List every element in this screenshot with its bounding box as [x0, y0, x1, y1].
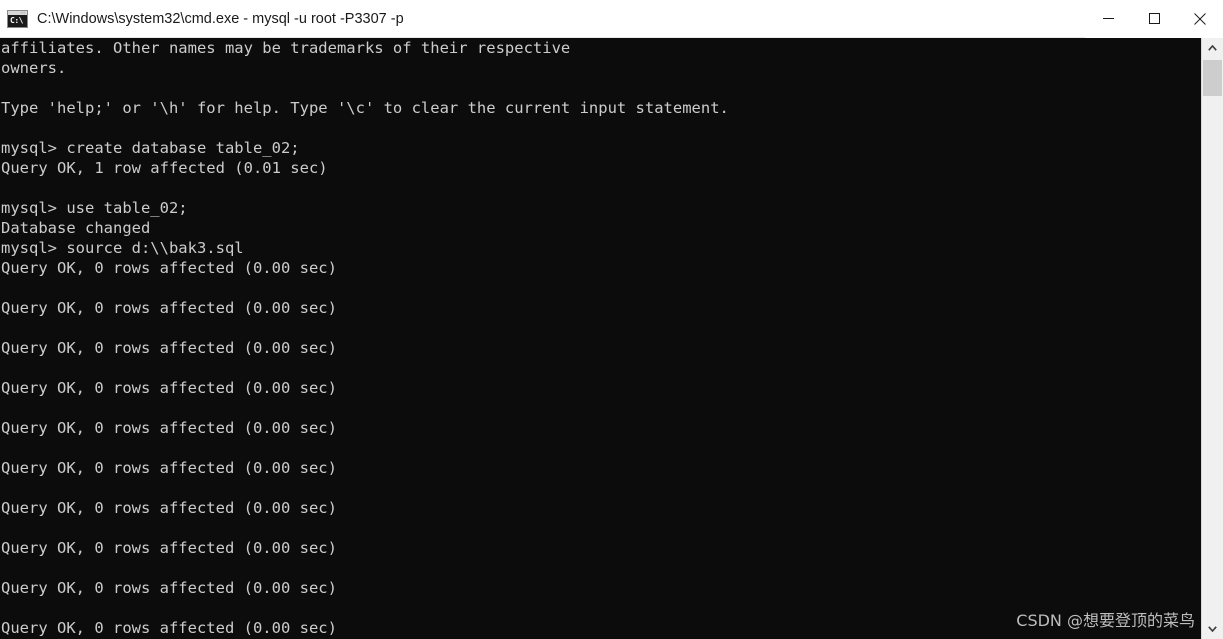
- minimize-button[interactable]: [1085, 0, 1131, 38]
- terminal-line: Query OK, 0 rows affected (0.00 sec): [1, 619, 337, 637]
- terminal-line: Query OK, 0 rows affected (0.00 sec): [1, 299, 337, 317]
- terminal-output-area[interactable]: affiliates. Other names may be trademark…: [0, 38, 1201, 639]
- scrollbar-down-button[interactable]: [1202, 619, 1223, 639]
- chevron-down-icon: [1208, 626, 1217, 632]
- terminal-line: Query OK, 0 rows affected (0.00 sec): [1, 379, 337, 397]
- terminal-line: mysql> source d:\\bak3.sql: [1, 239, 244, 257]
- cmd-window: ▫▫ C:\ C:\Windows\system32\cmd.exe - mys…: [0, 0, 1223, 639]
- terminal-line: Query OK, 0 rows affected (0.00 sec): [1, 419, 337, 437]
- window-titlebar[interactable]: ▫▫ C:\ C:\Windows\system32\cmd.exe - mys…: [0, 0, 1223, 38]
- terminal-line-list: affiliates. Other names may be trademark…: [0, 38, 1201, 639]
- titlebar-left-group: ▫▫ C:\ C:\Windows\system32\cmd.exe - mys…: [0, 9, 1085, 28]
- cmd-console-icon: ▫▫ C:\: [7, 9, 28, 28]
- terminal-line: Query OK, 0 rows affected (0.00 sec): [1, 259, 337, 277]
- vertical-scrollbar[interactable]: [1201, 38, 1223, 639]
- window-title: C:\Windows\system32\cmd.exe - mysql -u r…: [37, 10, 404, 27]
- terminal-line: owners.: [1, 59, 67, 77]
- maximize-button[interactable]: [1131, 0, 1177, 38]
- scrollbar-up-button[interactable]: [1202, 38, 1223, 58]
- terminal-line: Query OK, 0 rows affected (0.00 sec): [1, 539, 337, 557]
- terminal-line: Database changed: [1, 219, 151, 237]
- terminal-line: Query OK, 0 rows affected (0.00 sec): [1, 579, 337, 597]
- chevron-up-icon: [1208, 45, 1217, 51]
- terminal-line: mysql> create database table_02;: [1, 139, 300, 157]
- terminal-line: Query OK, 1 row affected (0.01 sec): [1, 159, 328, 177]
- terminal-line: mysql> use table_02;: [1, 199, 188, 217]
- terminal-line: Query OK, 0 rows affected (0.00 sec): [1, 339, 337, 357]
- cmd-icon-label: C:\: [10, 15, 23, 25]
- terminal-line: Query OK, 0 rows affected (0.00 sec): [1, 499, 337, 517]
- scrollbar-thumb[interactable]: [1203, 60, 1222, 96]
- window-controls: [1085, 0, 1223, 38]
- terminal-line: Query OK, 0 rows affected (0.00 sec): [1, 459, 337, 477]
- terminal-line: Type 'help;' or '\h' for help. Type '\c'…: [1, 99, 729, 117]
- scrollbar-track[interactable]: [1202, 58, 1223, 619]
- terminal-line: affiliates. Other names may be trademark…: [1, 39, 571, 57]
- close-button[interactable]: [1177, 0, 1223, 38]
- cmd-icon-dots: ▫▫: [21, 10, 26, 15]
